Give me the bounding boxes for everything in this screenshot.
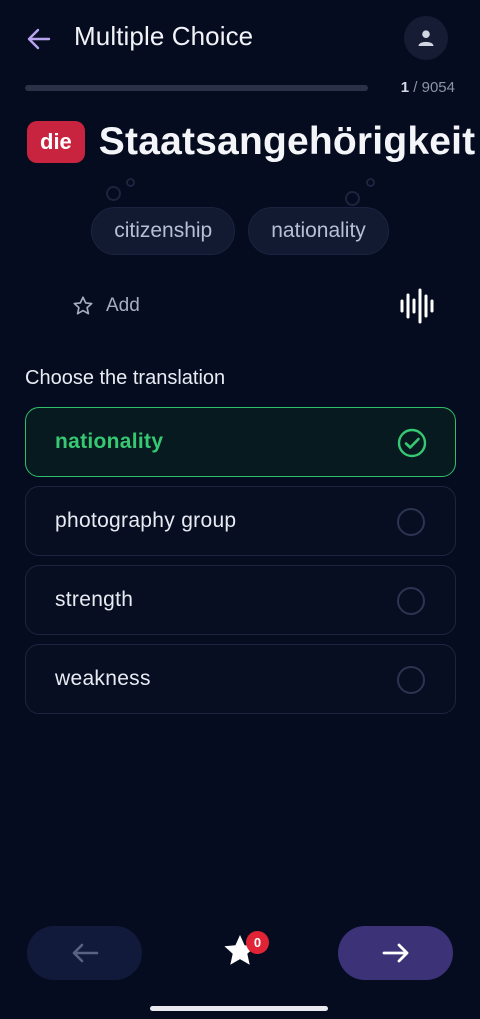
answer-option-label: photography group	[55, 509, 237, 532]
decor-bubble	[126, 178, 135, 187]
profile-button[interactable]	[404, 16, 448, 60]
answer-option-label: strength	[55, 588, 134, 611]
question-prompt: Choose the translation	[25, 367, 226, 389]
answer-options: nationality photography group strength w…	[25, 407, 456, 723]
home-indicator	[150, 1006, 328, 1011]
progress-counter: 1 / 9054	[401, 79, 455, 96]
arrow-left-icon	[27, 28, 51, 50]
word-display: die Staatsangehörigkeit	[27, 118, 475, 166]
answer-option-label: weakness	[55, 667, 151, 690]
previous-button[interactable]	[27, 926, 142, 980]
answer-option[interactable]: weakness	[25, 644, 456, 714]
play-audio-button[interactable]	[396, 286, 440, 326]
arrow-left-icon	[72, 943, 98, 963]
answer-option[interactable]: photography group	[25, 486, 456, 556]
add-label: Add	[106, 295, 140, 316]
favorites-count-badge: 0	[246, 931, 269, 954]
answer-option[interactable]: strength	[25, 565, 456, 635]
page-title: Multiple Choice	[74, 21, 254, 51]
next-button[interactable]	[338, 926, 453, 980]
progress-total: 9054	[421, 79, 455, 96]
sound-wave-icon	[400, 288, 434, 324]
check-circle-icon	[397, 428, 427, 458]
translation-chip: citizenship	[91, 207, 236, 255]
answer-option-label: nationality	[55, 430, 164, 453]
add-favorite-button[interactable]: Add	[72, 293, 140, 319]
decor-bubble	[366, 178, 375, 187]
arrow-right-icon	[382, 943, 408, 963]
vocab-word: Staatsangehörigkeit	[98, 120, 476, 163]
progress-separator: /	[409, 79, 422, 96]
progress-bar	[25, 85, 368, 91]
radio-icon	[397, 666, 425, 694]
radio-icon	[397, 508, 425, 536]
decor-bubble	[106, 186, 121, 201]
star-outline-icon	[73, 296, 93, 315]
back-button[interactable]	[22, 22, 56, 56]
article-badge: die	[27, 121, 85, 163]
user-icon	[418, 30, 434, 46]
multiple-choice-screen: Multiple Choice 1 / 9054 die Staatsangeh…	[0, 0, 480, 1019]
radio-icon	[397, 587, 425, 615]
progress-current: 1	[400, 79, 410, 96]
translation-chips: citizenship nationality	[0, 207, 480, 255]
answer-option[interactable]: nationality	[25, 407, 456, 477]
translation-chip: nationality	[248, 207, 389, 255]
decor-bubble	[345, 191, 360, 206]
header: Multiple Choice	[0, 0, 480, 76]
